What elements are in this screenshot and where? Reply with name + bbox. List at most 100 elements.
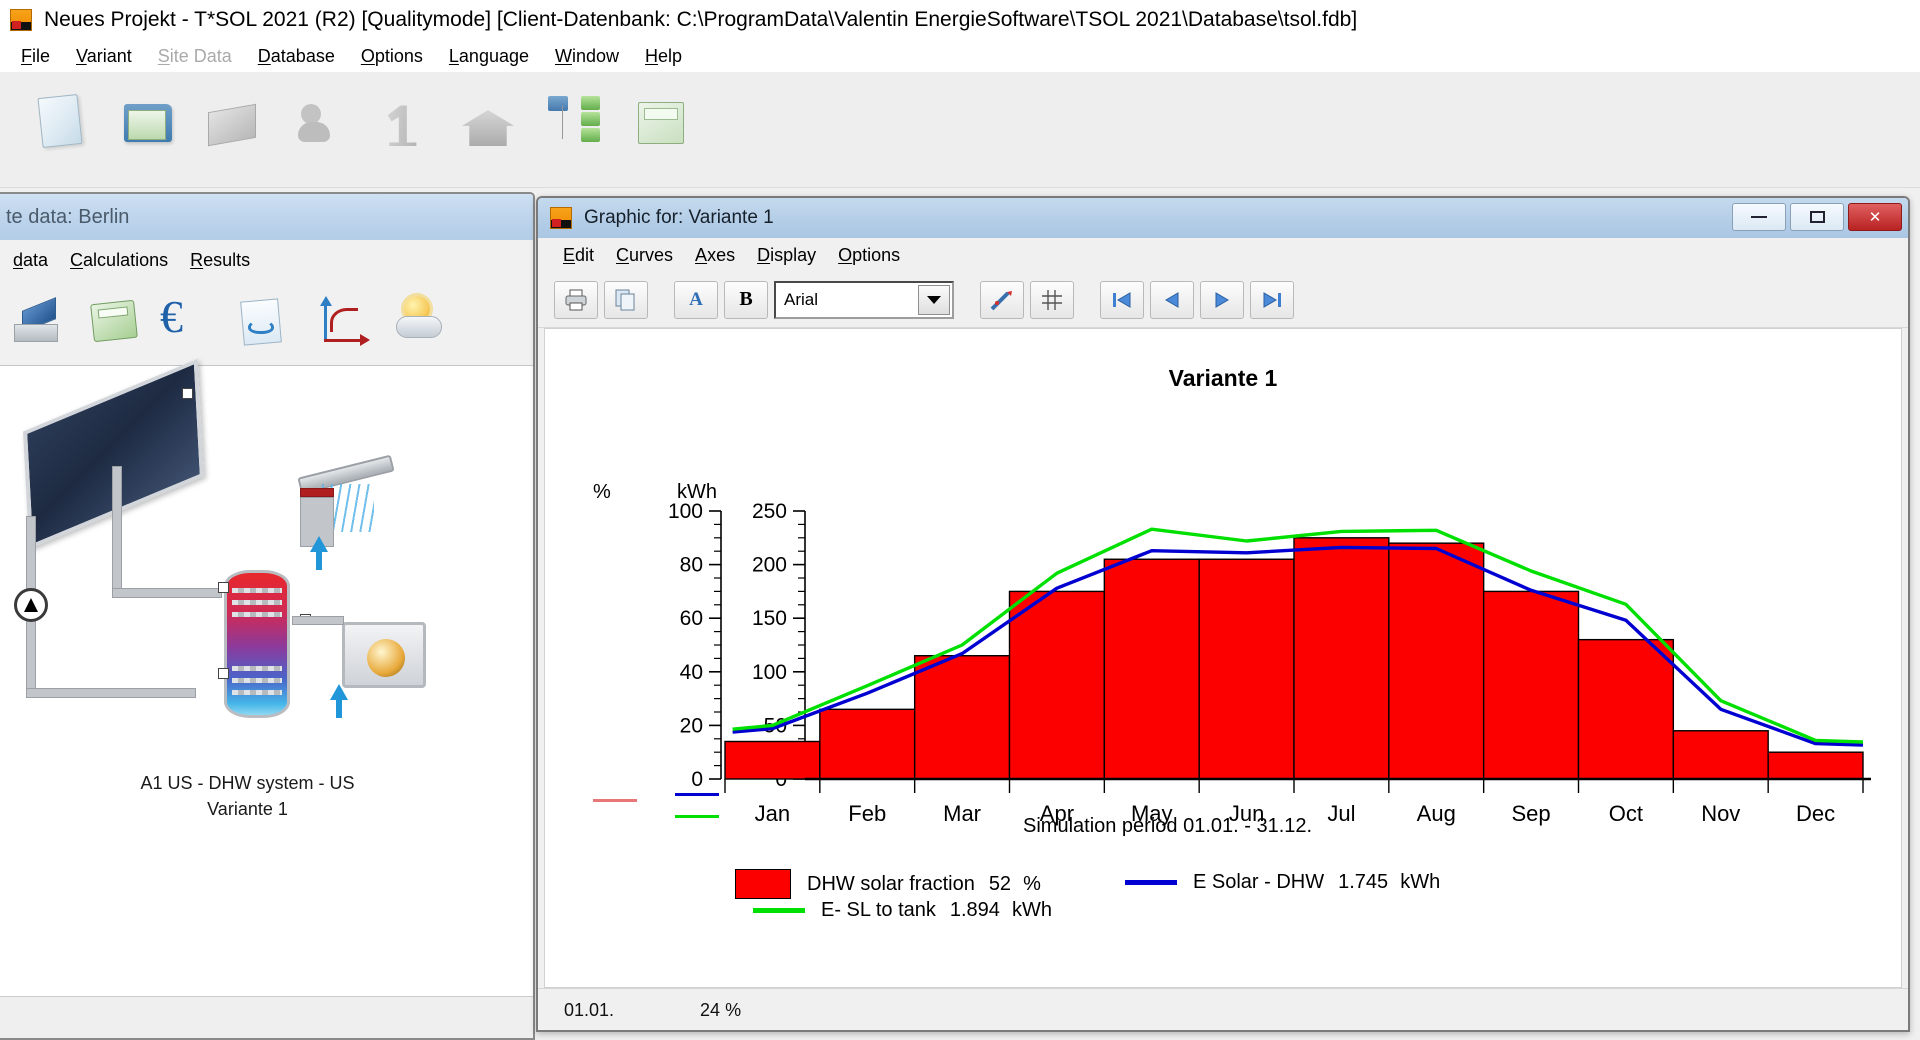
menu-help[interactable]: Help	[632, 43, 695, 70]
legend-value-0: 52	[989, 873, 1011, 896]
project-tree-icon[interactable]	[548, 96, 604, 152]
svg-text:Mar: Mar	[943, 801, 981, 826]
gfx-menu-options-accel: O	[838, 245, 852, 265]
svg-text:Feb: Feb	[848, 801, 886, 826]
legend-swatch-red	[735, 869, 791, 899]
open-folder-icon[interactable]	[124, 96, 180, 152]
bold-button[interactable]: B	[724, 281, 768, 319]
menu-file[interactable]: File	[8, 43, 63, 70]
menu-help-rest: elp	[658, 46, 682, 66]
svg-text:60: 60	[680, 607, 703, 630]
new-document-icon[interactable]	[40, 96, 96, 152]
system-schematic-icon[interactable]	[8, 294, 64, 350]
svg-text:Nov: Nov	[1701, 801, 1740, 826]
climate-sun-icon[interactable]	[292, 96, 348, 152]
menu-variant-rest: ariant	[87, 46, 132, 66]
collector-handle[interactable]	[182, 388, 193, 399]
last-page-button[interactable]	[1250, 281, 1294, 319]
svg-text:Aug: Aug	[1417, 801, 1456, 826]
menu-language-rest: anguage	[459, 46, 529, 66]
next-page-button[interactable]	[1200, 281, 1244, 319]
maximize-button[interactable]	[1790, 203, 1844, 231]
svg-text:200: 200	[752, 554, 787, 577]
report-page-icon[interactable]	[234, 294, 290, 350]
boiler[interactable]	[342, 622, 426, 688]
print-preview-icon[interactable]	[208, 96, 264, 152]
svg-text:Jul: Jul	[1327, 801, 1355, 826]
copy-button[interactable]	[604, 281, 648, 319]
main-window-title: Neues Projekt - T*SOL 2021 (R2) [Quality…	[44, 8, 1357, 32]
tank-handle-bottom[interactable]	[218, 668, 229, 679]
storage-tank[interactable]	[224, 570, 290, 718]
main-titlebar: Neues Projekt - T*SOL 2021 (R2) [Quality…	[0, 0, 1920, 40]
previous-page-icon	[1161, 290, 1183, 310]
schematic-caption-line1: A1 US - DHW system - US	[0, 770, 533, 796]
menu-options[interactable]: Options	[348, 43, 436, 70]
lp-menu-results[interactable]: Results	[179, 248, 261, 273]
menu-site-data-accel: S	[158, 46, 170, 66]
curve-pen-button[interactable]	[980, 281, 1024, 319]
menu-database[interactable]: Database	[245, 43, 348, 70]
curve-indicator-red	[593, 799, 637, 802]
status-date: 01.01.	[564, 1000, 614, 1021]
menu-window-rest: indow	[572, 46, 619, 66]
menu-window[interactable]: Window	[542, 43, 632, 70]
window-controls: ✕	[1732, 203, 1902, 231]
grid-button[interactable]	[1030, 281, 1074, 319]
menu-variant[interactable]: Variant	[63, 43, 145, 70]
gfx-menu-axes[interactable]: Axes	[684, 243, 746, 268]
main-toolbar: LL-Designer	[0, 72, 1920, 188]
gfx-menu-edit[interactable]: Edit	[552, 243, 605, 268]
lp-menu-calc-rest: alculations	[83, 250, 168, 270]
circulation-pump[interactable]	[14, 588, 48, 622]
gfx-menu-curves[interactable]: Curves	[605, 243, 684, 268]
project-panel: te data: Berlin data Calculations Result…	[0, 192, 535, 1040]
svg-text:0: 0	[691, 768, 703, 791]
report-table-icon[interactable]	[638, 96, 694, 152]
lp-menu-data[interactable]: data	[2, 248, 59, 273]
font-style-icon: A	[689, 289, 703, 311]
simulation-period-label: Simulation period 01.01. - 31.12.	[1023, 815, 1312, 838]
font-select[interactable]: Arial	[774, 281, 954, 319]
first-page-button[interactable]	[1100, 281, 1144, 319]
legend-swatch-green	[753, 908, 805, 913]
euro-currency-icon[interactable]: €	[160, 290, 216, 350]
gfx-menu-curves-rest: urves	[629, 245, 673, 265]
building-house-icon[interactable]	[462, 96, 518, 152]
menu-language[interactable]: Language	[436, 43, 542, 70]
lp-menu-calculations[interactable]: Calculations	[59, 248, 179, 273]
gfx-menu-axes-rest: xes	[707, 245, 735, 265]
project-panel-title: te data: Berlin	[0, 194, 533, 240]
pipe-collector-return	[112, 466, 122, 596]
shower[interactable]	[298, 466, 394, 483]
legend-unit-0: %	[1023, 873, 1041, 896]
calculator-icon[interactable]	[86, 294, 142, 350]
weather-sun-cloud-icon[interactable]	[390, 292, 454, 352]
tank-handle-top[interactable]	[218, 582, 229, 593]
font-style-button[interactable]: A	[674, 281, 718, 319]
legend-unit-2: kWh	[1012, 899, 1052, 922]
svg-text:40: 40	[680, 661, 703, 684]
legend-label-1: E Solar - DHW	[1193, 871, 1324, 894]
chevron-down-icon[interactable]	[918, 285, 950, 315]
schematic-caption-line2: Variante 1	[0, 796, 533, 822]
gfx-menu-options[interactable]: Options	[827, 243, 911, 268]
system-1-icon[interactable]	[382, 96, 438, 152]
lp-menu-data-rest: ata	[23, 250, 48, 270]
pipe-tank-boiler	[292, 616, 344, 625]
print-button[interactable]	[554, 281, 598, 319]
menu-options-accel: O	[361, 46, 375, 66]
chart-axes-icon[interactable]	[310, 294, 370, 350]
menu-file-label: F	[21, 46, 32, 66]
gfx-menu-display-rest: isplay	[770, 245, 816, 265]
gfx-menu-display[interactable]: Display	[746, 243, 827, 268]
flow-arrow-up-2	[330, 684, 348, 718]
first-page-icon	[1111, 290, 1133, 310]
menu-database-accel: D	[258, 46, 271, 66]
lp-menu-data-accel: d	[13, 250, 23, 270]
bold-icon: B	[739, 288, 752, 311]
close-button[interactable]: ✕	[1848, 203, 1902, 231]
minimize-button[interactable]	[1732, 203, 1786, 231]
previous-page-button[interactable]	[1150, 281, 1194, 319]
svg-text:Oct: Oct	[1609, 801, 1643, 826]
